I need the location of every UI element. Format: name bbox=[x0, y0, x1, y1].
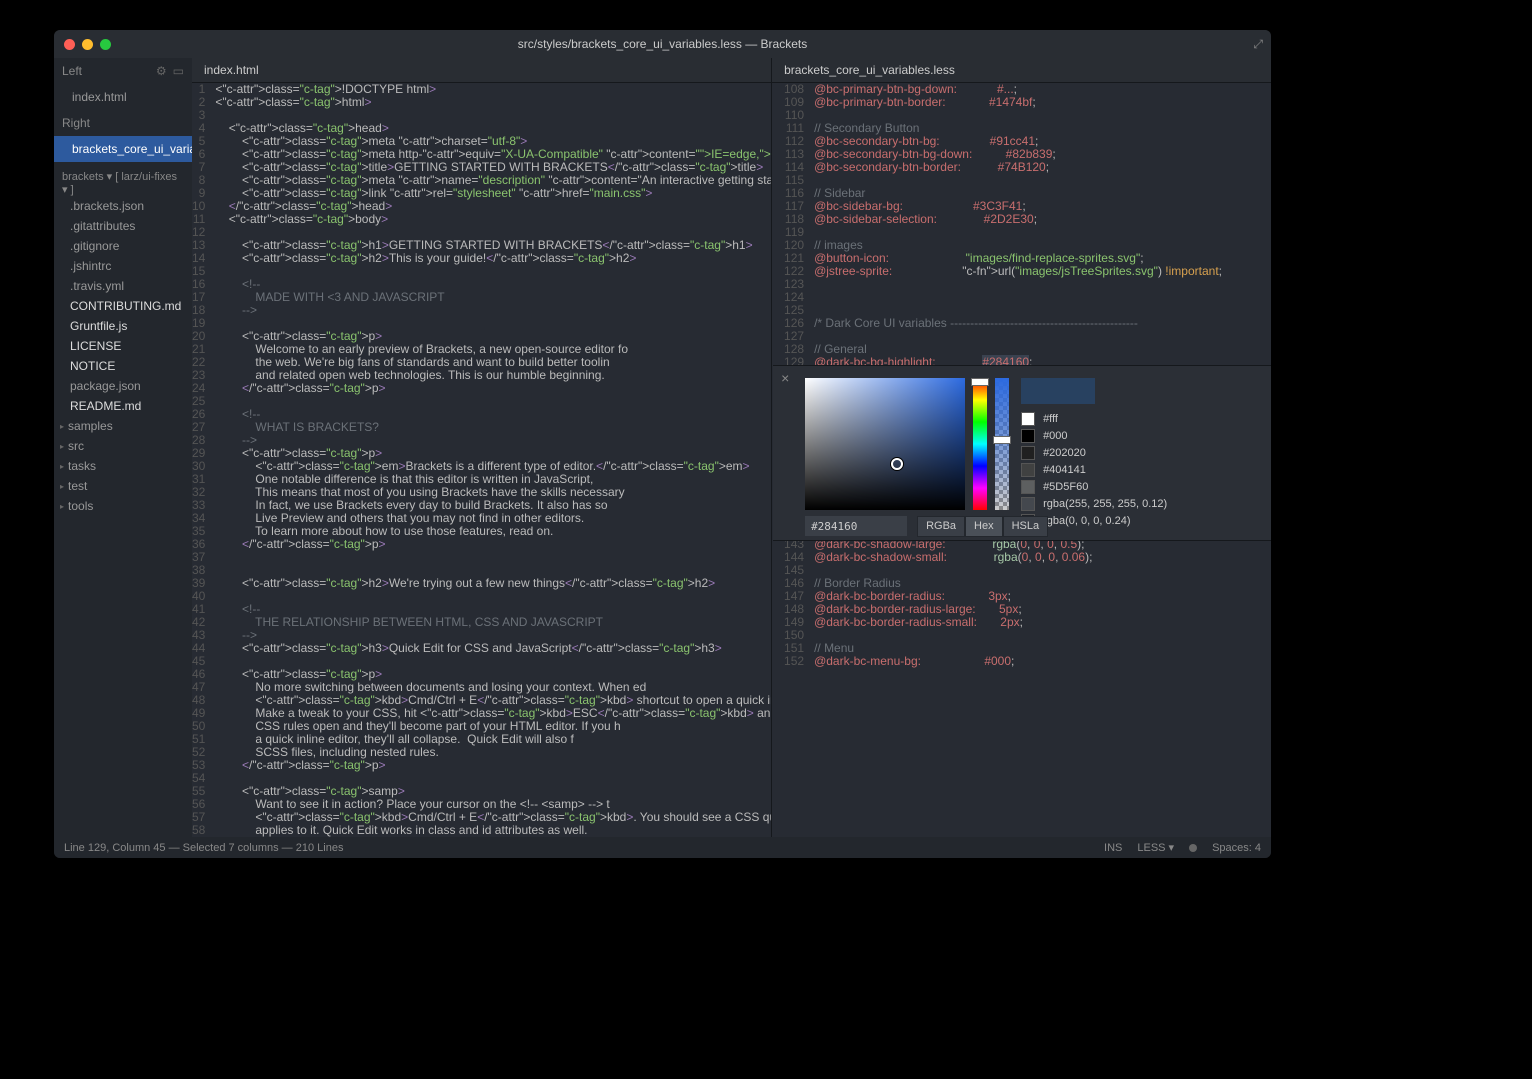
editors: index.html 12345678910111213141516171819… bbox=[192, 58, 1271, 837]
sidebar-left-header[interactable]: Left ⚙ ▭ bbox=[54, 58, 192, 84]
expand-icon[interactable]: ⤢ bbox=[1253, 37, 1263, 52]
swatch-row[interactable]: rgba(255, 255, 255, 0.12) bbox=[1021, 497, 1167, 511]
hsla-button[interactable]: HSLa bbox=[1003, 516, 1049, 537]
file-tree-item[interactable]: CONTRIBUTING.md bbox=[54, 296, 192, 316]
file-tree-item[interactable]: .gitattributes bbox=[54, 216, 192, 236]
rgba-button[interactable]: RGBa bbox=[917, 516, 965, 537]
file-tree-item[interactable]: README.md bbox=[54, 396, 192, 416]
left-pane: index.html 12345678910111213141516171819… bbox=[192, 58, 771, 837]
working-file-left[interactable]: index.html bbox=[54, 84, 192, 110]
current-swatch bbox=[1021, 378, 1095, 404]
hue-thumb[interactable] bbox=[971, 378, 989, 386]
alpha-slider[interactable] bbox=[995, 378, 1009, 510]
app-window: src/styles/brackets_core_ui_variables.le… bbox=[54, 30, 1271, 858]
file-tree-item[interactable]: .gitignore bbox=[54, 236, 192, 256]
file-tree-item[interactable]: .travis.yml bbox=[54, 276, 192, 296]
file-tree: .brackets.json.gitattributes.gitignore.j… bbox=[54, 196, 192, 516]
close-icon[interactable] bbox=[64, 39, 75, 50]
close-picker-icon[interactable]: × bbox=[781, 372, 789, 385]
hue-slider[interactable] bbox=[973, 378, 987, 510]
file-tree-folder[interactable]: test bbox=[54, 476, 192, 496]
file-tree-item[interactable]: .brackets.json bbox=[54, 196, 192, 216]
sidebar-right-header[interactable]: Right bbox=[54, 110, 192, 136]
file-tree-folder[interactable]: src bbox=[54, 436, 192, 456]
status-dot bbox=[1189, 844, 1197, 852]
working-file-right[interactable]: brackets_core_ui_variat bbox=[54, 136, 192, 162]
language-mode[interactable]: LESS ▾ bbox=[1137, 841, 1174, 854]
file-tree-folder[interactable]: tools bbox=[54, 496, 192, 516]
file-tree-item[interactable]: NOTICE bbox=[54, 356, 192, 376]
titlebar: src/styles/brackets_core_ui_variables.le… bbox=[54, 30, 1271, 58]
sidebar: Left ⚙ ▭ index.html Right brackets_core_… bbox=[54, 58, 192, 837]
alpha-thumb[interactable] bbox=[993, 436, 1011, 444]
cursor-status: Line 129, Column 45 — Selected 7 columns… bbox=[64, 842, 343, 854]
sidebar-right-label: Right bbox=[62, 116, 90, 130]
sidebar-left-label: Left bbox=[62, 64, 82, 78]
swatch-row[interactable]: #202020 bbox=[1021, 446, 1167, 460]
swatch-row[interactable]: #5D5F60 bbox=[1021, 480, 1167, 494]
file-tree-item[interactable]: Gruntfile.js bbox=[54, 316, 192, 336]
swatch-row[interactable]: #404141 bbox=[1021, 463, 1167, 477]
swatch-row[interactable]: #fff bbox=[1021, 412, 1167, 426]
zoom-icon[interactable] bbox=[100, 39, 111, 50]
right-tab[interactable]: brackets_core_ui_variables.less bbox=[772, 58, 1271, 83]
window-title: src/styles/brackets_core_ui_variables.le… bbox=[518, 37, 807, 51]
split-icon[interactable]: ▭ bbox=[173, 64, 184, 78]
swatch-row[interactable]: #000 bbox=[1021, 429, 1167, 443]
saturation-field[interactable] bbox=[805, 378, 965, 510]
color-picker: × #fff #000 #202020 #404141 #5D5F60 rgba(255,… bbox=[773, 365, 1271, 541]
file-tree-item[interactable]: package.json bbox=[54, 376, 192, 396]
right-editor[interactable]: 1081091101111121131141151161171181191201… bbox=[772, 83, 1271, 837]
sat-thumb[interactable] bbox=[891, 458, 903, 470]
statusbar: Line 129, Column 45 — Selected 7 columns… bbox=[54, 837, 1271, 858]
right-pane: brackets_core_ui_variables.less 10810911… bbox=[771, 58, 1271, 837]
traffic-lights bbox=[64, 39, 111, 50]
main-area: Left ⚙ ▭ index.html Right brackets_core_… bbox=[54, 58, 1271, 837]
left-editor[interactable]: 1234567891011121314151617181920212223242… bbox=[192, 83, 771, 837]
file-tree-item[interactable]: .jshintrc bbox=[54, 256, 192, 276]
hex-input[interactable] bbox=[805, 516, 907, 536]
format-buttons: RGBa Hex HSLa bbox=[917, 516, 1048, 537]
file-tree-folder[interactable]: tasks bbox=[54, 456, 192, 476]
hex-button[interactable]: Hex bbox=[965, 516, 1003, 537]
insert-mode[interactable]: INS bbox=[1104, 842, 1122, 854]
left-tab[interactable]: index.html bbox=[192, 58, 771, 83]
file-tree-folder[interactable]: samples bbox=[54, 416, 192, 436]
file-tree-item[interactable]: LICENSE bbox=[54, 336, 192, 356]
gear-icon[interactable]: ⚙ bbox=[156, 64, 167, 78]
minimize-icon[interactable] bbox=[82, 39, 93, 50]
spaces-setting[interactable]: Spaces: 4 bbox=[1212, 842, 1261, 854]
swatch-list: #fff #000 #202020 #404141 #5D5F60 rgba(255, 2… bbox=[1021, 412, 1167, 528]
project-header[interactable]: brackets ▾ [ larz/ui-fixes ▾ ] bbox=[54, 170, 192, 196]
